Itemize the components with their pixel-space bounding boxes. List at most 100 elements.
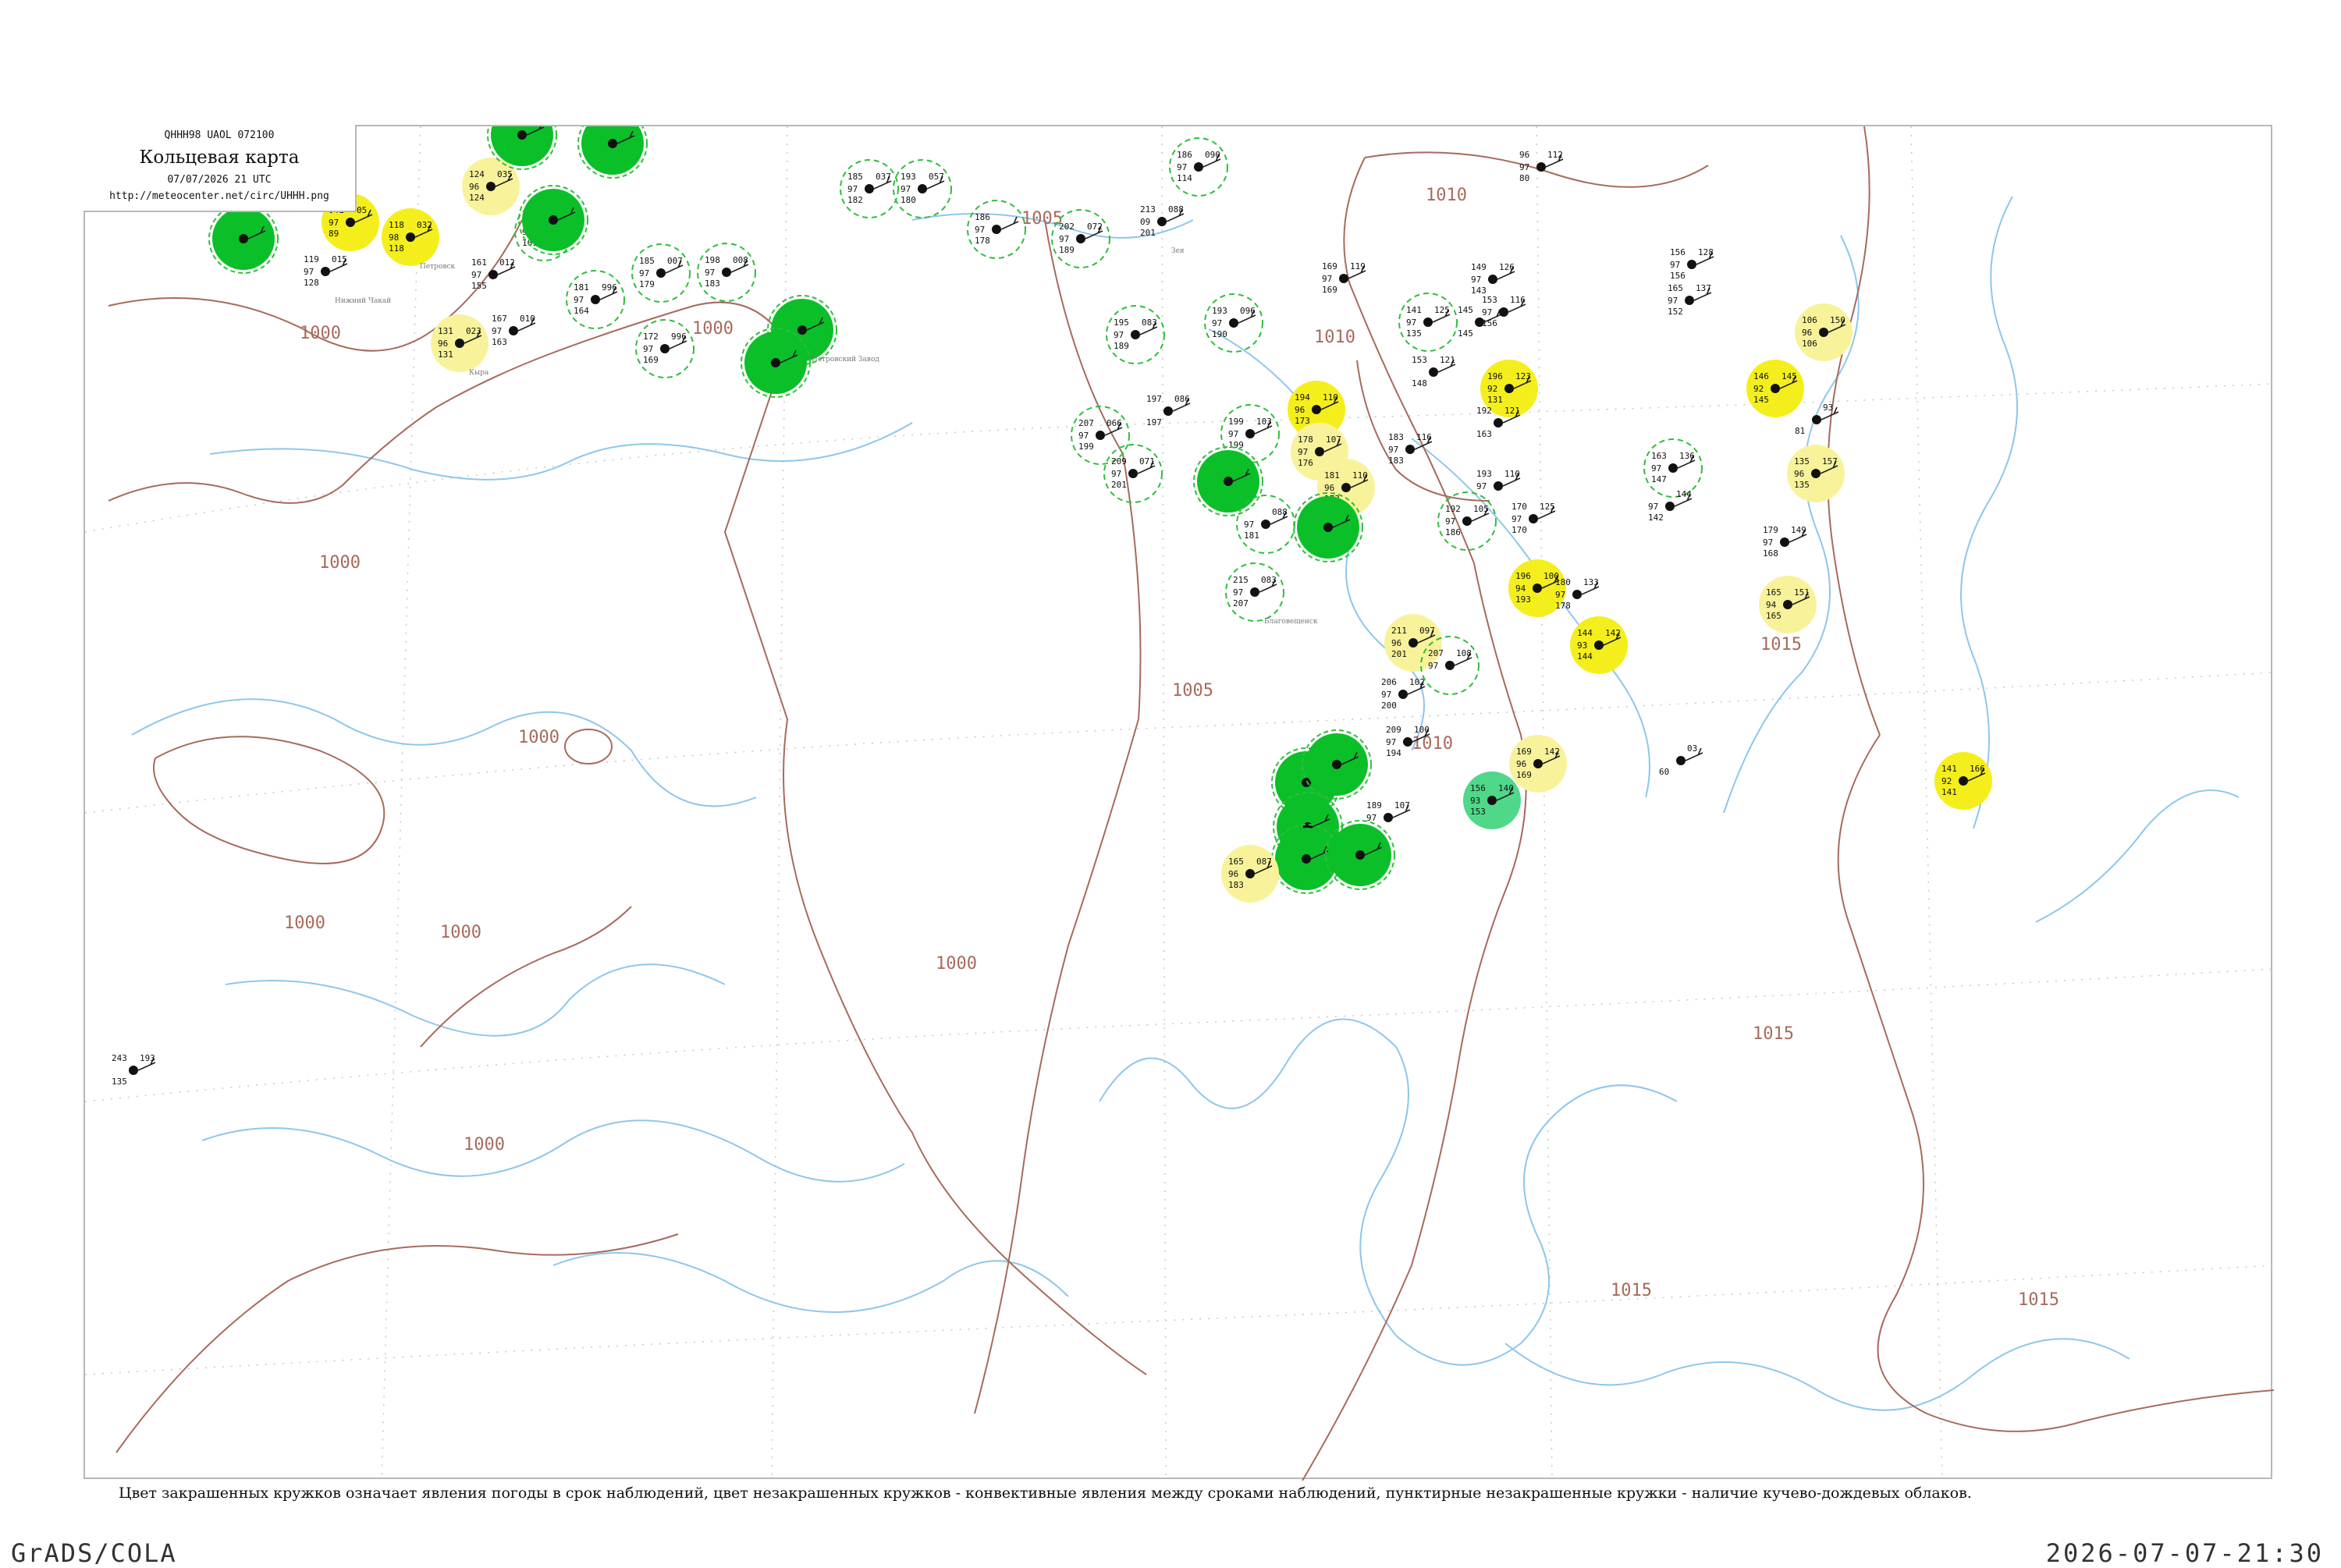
- station-plot: 161 012 97155: [471, 257, 516, 291]
- station-dot: [1403, 737, 1412, 747]
- dewpoint-value: 183: [1228, 880, 1244, 890]
- visibility-value: 97: [1763, 537, 1773, 548]
- station-dot: [1811, 469, 1821, 478]
- station-plot: 198 008 97183: [697, 243, 756, 302]
- station-dot: [918, 184, 927, 193]
- pressure-value: 193: [140, 1053, 155, 1063]
- pressure-value: 112: [1547, 150, 1563, 160]
- visibility-value: 97: [1228, 429, 1238, 439]
- pressure-value: 090: [1205, 150, 1220, 160]
- station-plot: 144 14293144: [1570, 616, 1628, 674]
- pressure-value: 157: [1822, 456, 1838, 466]
- dewpoint-value: 169: [1322, 285, 1337, 295]
- temperature-value: 144: [1577, 628, 1593, 638]
- visibility-value: 96: [469, 182, 479, 192]
- isobar-label: 1005: [1021, 209, 1063, 229]
- station-plot: 179 149 97168: [1763, 525, 1807, 559]
- dewpoint-value: 183: [1388, 456, 1404, 466]
- dewpoint-value: 186: [1445, 527, 1461, 537]
- map-frame: 1000 1000 1000 1000 1000 1000 1000 1000 …: [83, 125, 2274, 1481]
- bulletin-header: QHHH98 UAOL 072100: [164, 129, 275, 141]
- temperature-value: 161: [471, 257, 487, 268]
- pressure-value: 151: [1794, 587, 1810, 598]
- dewpoint-value: 190: [1212, 329, 1227, 339]
- station-plot: 96 112 9780: [1519, 150, 1564, 183]
- visibility-value: 97: [574, 295, 584, 305]
- station-dot: [455, 339, 464, 348]
- visibility-value: 97: [1244, 520, 1254, 530]
- dewpoint-value: 81: [1795, 426, 1805, 436]
- pressure-value: 125: [1434, 305, 1450, 315]
- temperature-value: 165: [1228, 857, 1244, 867]
- station-dot: [1771, 384, 1780, 393]
- station-plot: 146 14592145: [1746, 360, 1804, 417]
- visibility-value: 96: [1516, 759, 1526, 769]
- dewpoint-value: 128: [304, 278, 319, 288]
- temperature-value: 195: [1114, 318, 1129, 328]
- temperature-value: 146: [1753, 371, 1769, 381]
- pressure-value: 066: [1107, 418, 1122, 428]
- visibility-value: 96: [1228, 869, 1238, 879]
- visibility-value: 93: [1577, 640, 1587, 651]
- pressure-value: 144: [1676, 489, 1692, 499]
- station-plot: [577, 126, 648, 179]
- visibility-value: 94: [1515, 584, 1526, 594]
- pressure-value: 010: [520, 314, 535, 324]
- station-plot: 165 137 97152: [1668, 283, 1712, 317]
- temperature-value: 156: [1670, 247, 1686, 257]
- dewpoint-value: 135: [1794, 480, 1810, 490]
- temperature-value: 185: [639, 256, 655, 266]
- visibility-value: 97: [1114, 330, 1124, 340]
- pressure-value: 142: [1544, 747, 1560, 757]
- station-plot: 197 086 197: [1146, 394, 1191, 427]
- dewpoint-value: 153: [1470, 807, 1486, 817]
- pressure-value: 008: [733, 255, 748, 265]
- temperature-value: 141: [1941, 764, 1957, 774]
- station-dot: [1812, 415, 1821, 424]
- temperature-value: 180: [1555, 577, 1571, 587]
- pressure-value: 097: [1419, 626, 1435, 636]
- station-name: Зея: [1171, 247, 1185, 255]
- station-dot: [239, 234, 248, 243]
- station-dot: [1332, 760, 1341, 769]
- station-dot: [660, 344, 670, 353]
- station-plot: 141 16692141: [1934, 752, 1992, 810]
- station-dot: [1494, 481, 1503, 491]
- pressure-value: 035: [497, 169, 513, 179]
- dewpoint-value: 179: [639, 279, 655, 289]
- dewpoint-value: 131: [1487, 395, 1503, 405]
- station-dot: [1250, 587, 1259, 597]
- temperature-value: 215: [1233, 575, 1249, 585]
- station-dot: [1572, 590, 1582, 599]
- temperature-value: 106: [1802, 315, 1817, 325]
- station-dot: [1224, 477, 1233, 486]
- station-dot: [1665, 502, 1675, 511]
- temperature-value: 145: [1458, 305, 1473, 315]
- pressure-value: 150: [1830, 315, 1845, 325]
- station-plot: 185 037 97182: [840, 159, 899, 218]
- dewpoint-value: 183: [705, 278, 720, 289]
- pressure-value: 121: [1504, 406, 1520, 416]
- dewpoint-value: 135: [1406, 328, 1422, 339]
- station-dot: [992, 225, 1001, 234]
- temperature-value: 183: [1388, 432, 1404, 442]
- temperature-value: 189: [1366, 800, 1382, 811]
- software-credit: GrADS/COLA: [11, 1538, 177, 1568]
- station-dot: [1131, 330, 1140, 339]
- station-dot: [1668, 463, 1678, 473]
- station-dot: [1685, 296, 1694, 305]
- temperature-value: 207: [1428, 648, 1444, 658]
- temperature-value: 169: [1516, 747, 1532, 757]
- dewpoint-value: 89: [329, 229, 339, 239]
- dewpoint-value: 156: [1670, 271, 1686, 281]
- pressure-value: 105: [1473, 504, 1489, 514]
- station-dot: [346, 218, 355, 227]
- visibility-value: 96: [1324, 483, 1334, 493]
- temperature-value: 178: [1298, 435, 1313, 445]
- dewpoint-value: 189: [1114, 341, 1129, 351]
- station-plot: 207 108 97: [1420, 636, 1480, 695]
- station-plot: 93 81: [1795, 403, 1839, 436]
- pressure-value: 072: [1087, 222, 1103, 232]
- dewpoint-value: 176: [1298, 458, 1313, 468]
- isobar-label: 1015: [2018, 1290, 2059, 1310]
